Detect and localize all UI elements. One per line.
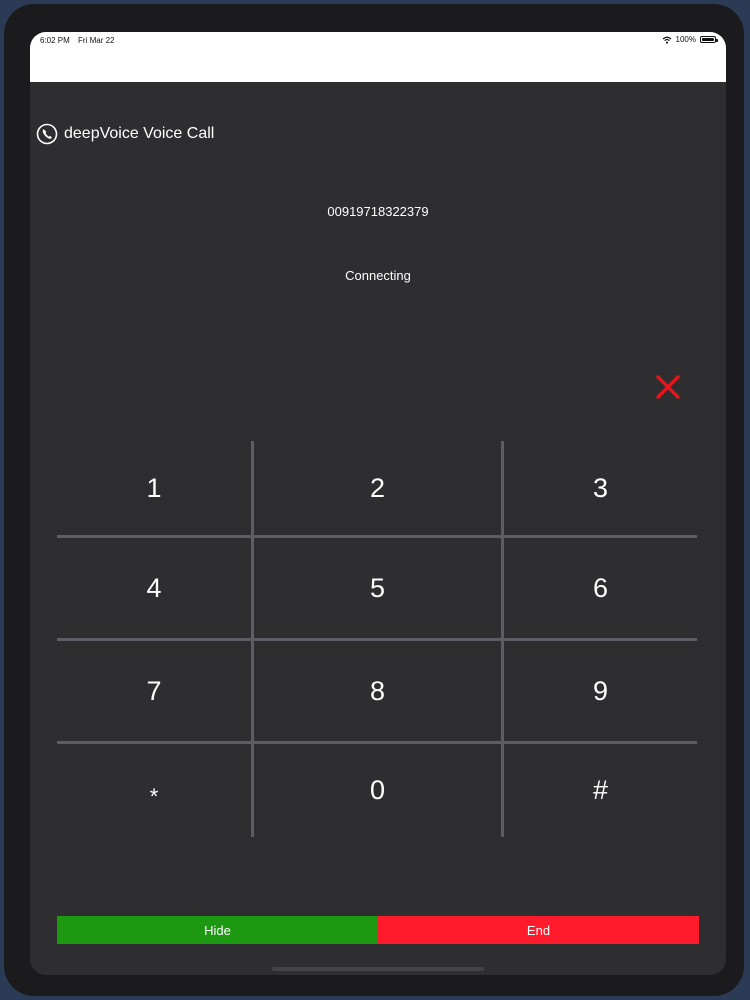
app-title: deepVoice Voice Call [64, 125, 215, 142]
phone-icon [36, 123, 58, 145]
status-time: 6:02 PM [40, 36, 70, 45]
key-8[interactable]: 8 [254, 641, 501, 741]
end-call-button[interactable]: End [378, 916, 699, 944]
hide-button[interactable]: Hide [57, 916, 378, 944]
wifi-icon [662, 36, 671, 44]
key-4[interactable]: 4 [57, 538, 251, 638]
home-indicator[interactable] [272, 967, 484, 971]
key-star[interactable]: * [57, 744, 251, 837]
close-icon[interactable] [655, 374, 681, 400]
status-left: 6:02 PM Fri Mar 22 [40, 36, 114, 45]
key-9[interactable]: 9 [504, 641, 697, 741]
key-5[interactable]: 5 [254, 538, 501, 638]
key-6[interactable]: 6 [504, 538, 697, 638]
key-7[interactable]: 7 [57, 641, 251, 741]
status-bar: 6:02 PM Fri Mar 22 100% [30, 32, 726, 82]
status-date: Fri Mar 22 [78, 36, 115, 45]
key-0[interactable]: 0 [254, 744, 501, 837]
key-2[interactable]: 2 [254, 441, 501, 535]
battery-icon [700, 36, 718, 43]
dialed-number: 00919718322379 [327, 204, 429, 219]
call-status: Connecting [345, 268, 411, 283]
tablet-frame: 6:02 PM Fri Mar 22 100% deepVoice Voice … [4, 4, 744, 996]
status-right: 100% [662, 35, 718, 44]
key-1[interactable]: 1 [57, 441, 251, 535]
key-hash[interactable]: # [504, 744, 697, 837]
key-3[interactable]: 3 [504, 441, 697, 535]
battery-percent: 100% [675, 35, 696, 44]
battery-level [702, 38, 714, 41]
dial-keypad: 1 2 3 4 5 6 7 8 9 * 0 # [57, 441, 697, 837]
app-header: deepVoice Voice Call [36, 123, 214, 145]
call-actions: Hide End [57, 916, 699, 944]
app-screen: 6:02 PM Fri Mar 22 100% deepVoice Voice … [30, 32, 726, 975]
